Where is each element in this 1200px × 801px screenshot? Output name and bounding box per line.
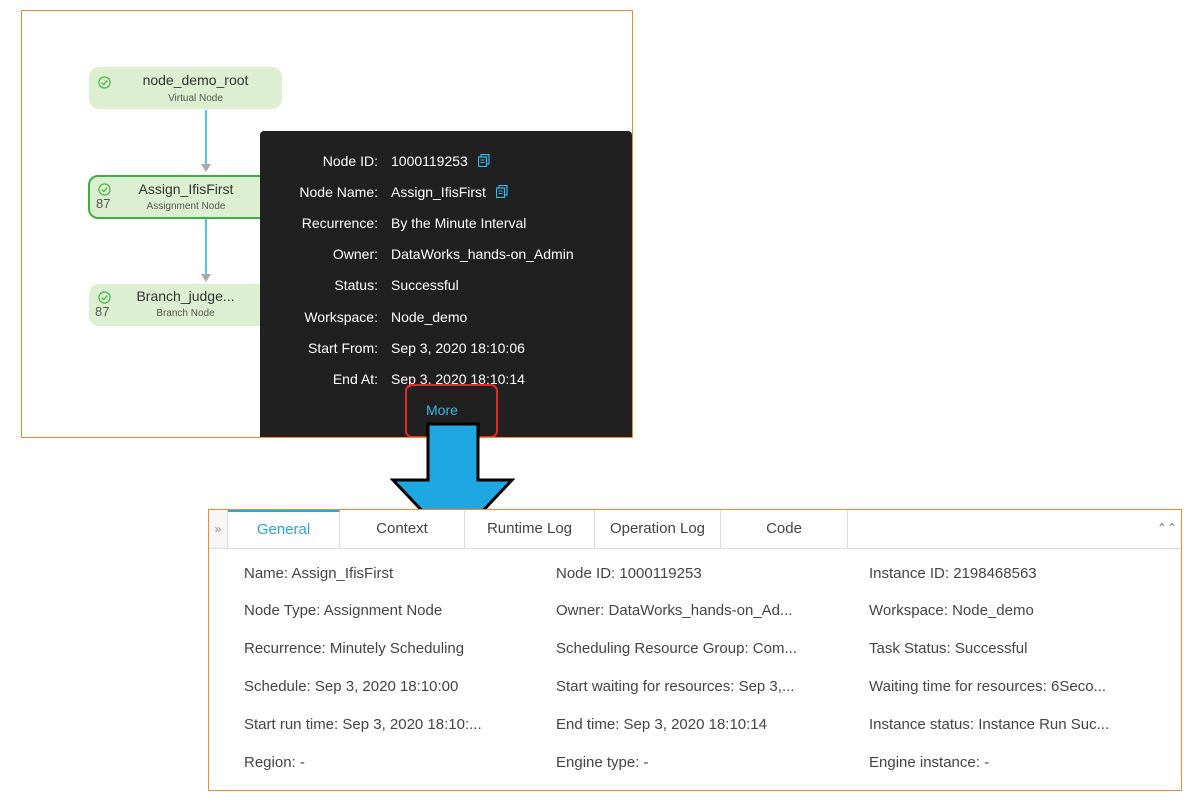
dag-canvas: node_demo_root Virtual Node 87 Assign_If… — [21, 10, 633, 438]
node-info-tooltip: Node ID: 1000119253 Node Name: Assign_If… — [260, 131, 632, 437]
tooltip-row-node-name: Node Name: Assign_IfisFirst — [260, 184, 632, 204]
tooltip-label: Node Name: — [299, 184, 378, 200]
tooltip-label: End At: — [332, 371, 378, 387]
collapse-panel-icon[interactable]: ⌃⌃ — [1157, 521, 1177, 535]
dag-node-assign[interactable]: 87 Assign_IfisFirst Assignment Node — [88, 175, 284, 219]
tooltip-row-recurrence: Recurrence: By the Minute Interval — [260, 215, 632, 235]
tooltip-row-owner: Owner: DataWorks_hands-on_Admin — [260, 246, 632, 266]
field-owner: Owner: DataWorks_hands-on_Ad... — [556, 602, 793, 619]
tooltip-label: Workspace: — [304, 309, 378, 325]
field-node-id: Node ID: 1000119253 — [556, 565, 702, 582]
instance-details-panel: » General Context Runtime Log Operation … — [208, 509, 1182, 791]
field-name: Name: Assign_IfisFirst — [244, 565, 394, 582]
tooltip-label: Recurrence: — [301, 215, 378, 231]
tab-general[interactable]: General — [228, 510, 340, 548]
edge-arrowhead — [201, 274, 211, 282]
tooltip-value: Assign_IfisFirst — [391, 184, 486, 200]
node-type: Virtual Node — [168, 93, 223, 104]
field-engine-type: Engine type: - — [556, 754, 649, 771]
tooltip-label: Start From: — [307, 340, 378, 356]
node-name: Assign_IfisFirst — [138, 181, 234, 197]
dag-node-root[interactable]: node_demo_root Virtual Node — [89, 67, 282, 109]
dag-node-branch[interactable]: 87 Branch_judge... Branch Node — [89, 284, 282, 326]
field-start-waiting: Start waiting for resources: Sep 3,... — [556, 678, 795, 695]
tooltip-row-node-id: Node ID: 1000119253 — [260, 153, 632, 173]
field-workspace: Workspace: Node_demo — [869, 602, 1034, 619]
tab-context[interactable]: Context — [340, 510, 465, 548]
tooltip-label: Node ID: — [322, 153, 378, 169]
tooltip-row-workspace: Workspace: Node_demo — [260, 309, 632, 329]
field-task-status: Task Status: Successful — [869, 640, 1028, 657]
copy-icon[interactable] — [495, 185, 508, 198]
tooltip-value-wrap: Assign_IfisFirst — [391, 184, 508, 200]
tooltip-value: 1000119253 — [391, 153, 468, 169]
copy-icon[interactable] — [477, 154, 490, 167]
field-recurrence: Recurrence: Minutely Scheduling — [244, 640, 465, 657]
field-schedule: Schedule: Sep 3, 2020 18:10:00 — [244, 678, 459, 695]
tab-runtime-log[interactable]: Runtime Log — [465, 510, 595, 548]
tooltip-row-status: Status: Successful — [260, 277, 632, 297]
tab-operation-log[interactable]: Operation Log — [595, 510, 721, 548]
field-waiting-time: Waiting time for resources: 6Seco... — [869, 678, 1107, 695]
tooltip-value-wrap: 1000119253 — [391, 153, 490, 169]
node-type: Assignment Node — [146, 201, 226, 212]
node-name: node_demo_root — [142, 72, 249, 88]
field-end-time: End time: Sep 3, 2020 18:10:14 — [556, 716, 767, 733]
tooltip-label: Owner: — [332, 246, 378, 262]
field-instance-id: Instance ID: 2198468563 — [869, 565, 1037, 582]
tooltip-value: Successful — [391, 277, 459, 293]
tooltip-label: Status: — [334, 277, 378, 293]
tooltip-value: By the Minute Interval — [391, 215, 527, 231]
node-type: Branch Node — [156, 308, 215, 319]
field-start-run-time: Start run time: Sep 3, 2020 18:10:... — [244, 716, 482, 733]
dag-edge — [205, 110, 207, 164]
tooltip-value: Node_demo — [391, 309, 468, 325]
details-tabbar: » General Context Runtime Log Operation … — [209, 510, 1181, 549]
edge-arrowhead — [201, 164, 211, 172]
expand-sidebar-icon[interactable]: » — [209, 510, 228, 548]
dag-edge — [205, 219, 207, 275]
tooltip-row-start: Start From: Sep 3, 2020 18:10:06 — [260, 340, 632, 360]
tooltip-value: Sep 3, 2020 18:10:06 — [391, 340, 525, 356]
field-node-type: Node Type: Assignment Node — [244, 602, 443, 619]
field-region: Region: - — [244, 754, 305, 771]
node-name: Branch_judge... — [136, 288, 235, 304]
field-resource-group: Scheduling Resource Group: Com... — [556, 640, 797, 657]
tooltip-value: DataWorks_hands-on_Admin — [391, 246, 574, 262]
field-engine-instance: Engine instance: - — [869, 754, 990, 771]
field-instance-status: Instance status: Instance Run Suc... — [869, 716, 1110, 733]
tab-code[interactable]: Code — [721, 510, 848, 548]
